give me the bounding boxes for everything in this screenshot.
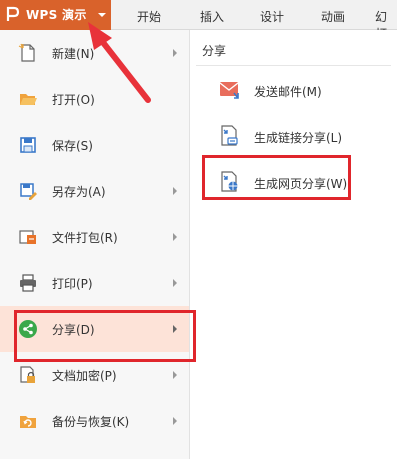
chevron-right-icon bbox=[173, 417, 177, 425]
new-file-icon bbox=[18, 43, 35, 62]
menu-item-package[interactable]: 文件打包(R) bbox=[0, 214, 189, 260]
submenu-item-label: 生成链接分享(L) bbox=[254, 131, 343, 145]
menu-item-save-as[interactable]: 另存为(A) bbox=[0, 168, 189, 214]
printer-icon bbox=[20, 274, 36, 292]
menu-item-backup[interactable]: 备份与恢复(K) bbox=[0, 398, 189, 444]
submenu-item-label: 发送邮件(M) bbox=[254, 85, 322, 99]
save-as-icon bbox=[20, 183, 37, 200]
menu-item-label: 文档加密(P) bbox=[52, 369, 117, 383]
ribbon-tab-bar: WPS 演示 开始 插入 设计 动画 幻灯 bbox=[0, 0, 397, 41]
menu-item-save[interactable]: 保存(S) bbox=[0, 122, 189, 168]
mail-icon bbox=[219, 82, 239, 99]
tab-insert[interactable]: 插入 bbox=[200, 8, 224, 25]
menu-item-label: 打印(P) bbox=[52, 277, 93, 291]
menu-item-label: 保存(S) bbox=[52, 139, 93, 153]
chevron-right-icon bbox=[173, 233, 177, 241]
lock-document-icon bbox=[20, 366, 35, 383]
save-disk-icon bbox=[20, 137, 36, 153]
tab-design[interactable]: 设计 bbox=[260, 8, 284, 25]
submenu-item-link-share[interactable]: 生成链接分享(L) bbox=[190, 116, 397, 156]
backup-restore-icon bbox=[20, 416, 36, 428]
annotation-arrow-icon bbox=[88, 22, 151, 103]
chevron-right-icon bbox=[173, 187, 177, 195]
link-share-icon bbox=[221, 125, 238, 146]
package-icon bbox=[19, 230, 36, 244]
menu-item-label: 文件打包(R) bbox=[52, 231, 118, 245]
chevron-right-icon bbox=[173, 49, 177, 57]
menu-item-label: 备份与恢复(K) bbox=[52, 415, 130, 429]
chevron-right-icon bbox=[173, 279, 177, 287]
chevron-down-icon bbox=[98, 13, 106, 17]
submenu-title: 分享 bbox=[202, 44, 227, 58]
submenu-item-send-mail[interactable]: 发送邮件(M) bbox=[190, 70, 397, 110]
menu-item-print[interactable]: 打印(P) bbox=[0, 260, 189, 306]
chevron-right-icon bbox=[173, 371, 177, 379]
share-submenu-panel: 分享 发送邮件(M) 生成链接分享(L) 生成网页分享(W) bbox=[190, 30, 397, 459]
highlight-box-web-share bbox=[202, 155, 351, 200]
divider bbox=[196, 65, 391, 66]
tab-animation[interactable]: 动画 bbox=[321, 8, 345, 25]
open-folder-icon bbox=[20, 94, 37, 105]
highlight-box-share bbox=[14, 310, 196, 362]
menu-item-label: 另存为(A) bbox=[52, 185, 106, 199]
wps-logo-icon bbox=[6, 6, 20, 21]
